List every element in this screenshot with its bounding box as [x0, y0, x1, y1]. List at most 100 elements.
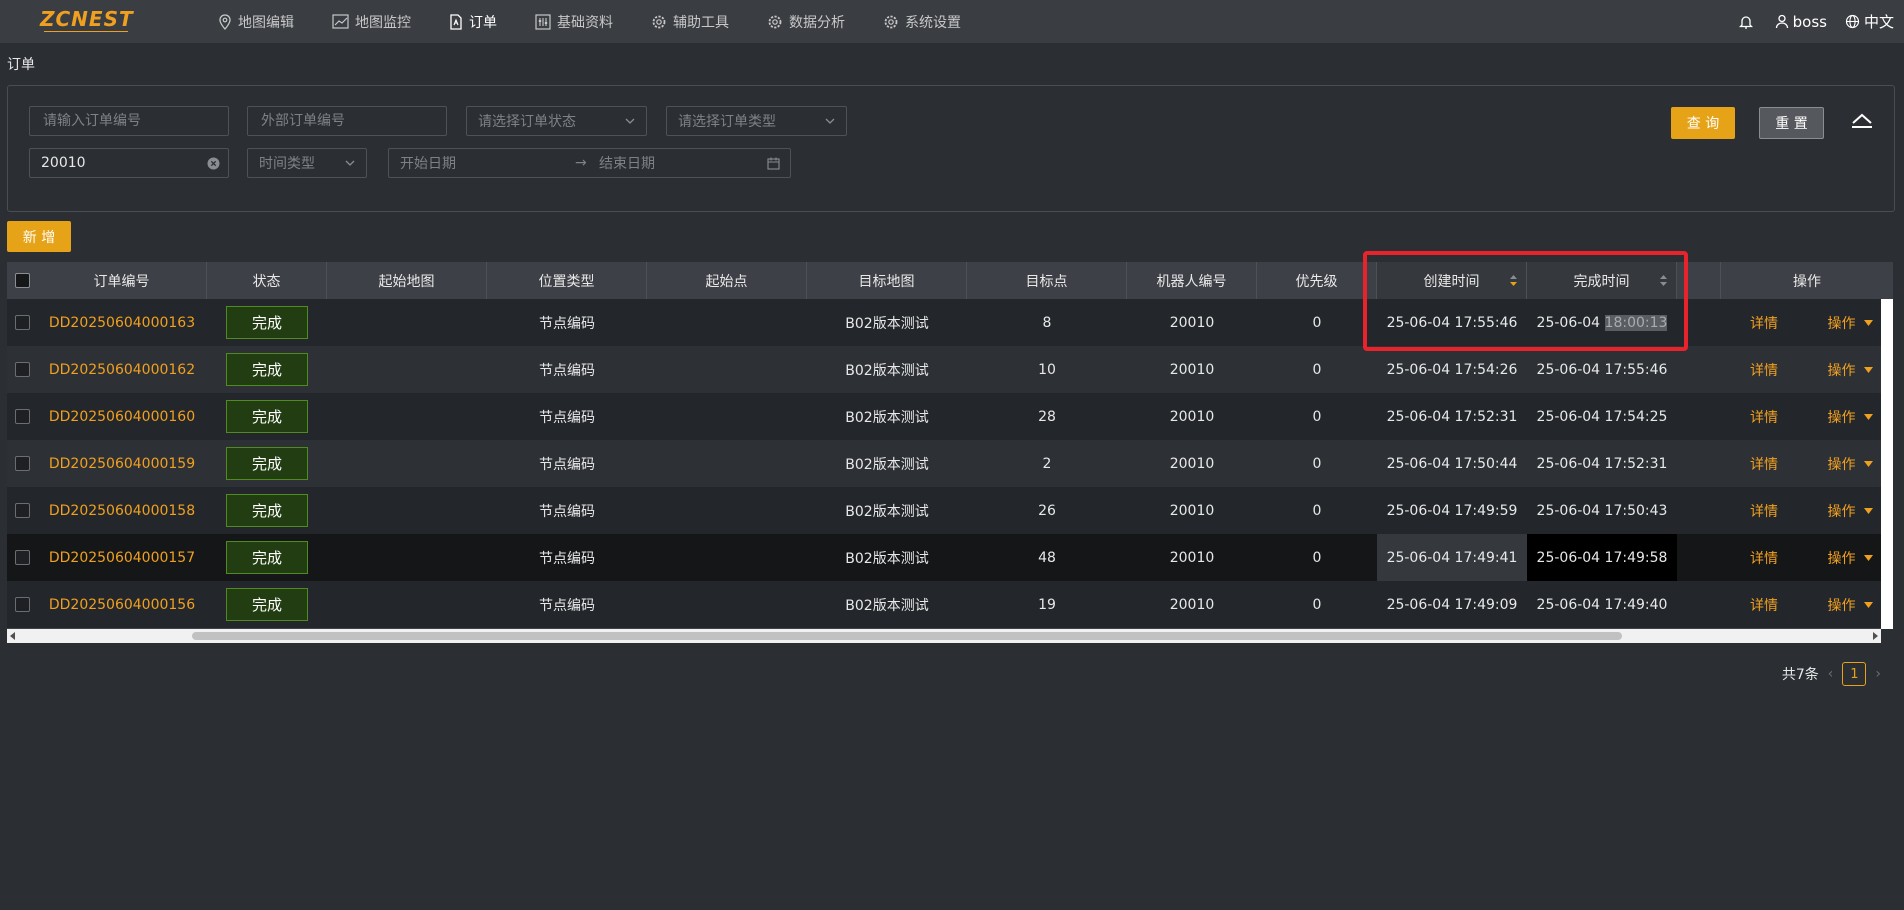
notification-button[interactable]	[1738, 14, 1757, 30]
detail-link[interactable]: 详情	[1750, 313, 1778, 333]
order-no-link[interactable]: DD20250604000158	[49, 503, 195, 519]
operation-dropdown[interactable]: 操作	[1828, 313, 1873, 333]
external-no-input[interactable]	[259, 112, 446, 130]
order-no-cell: DD20250604000158	[37, 487, 207, 534]
page-number[interactable]: 1	[1842, 662, 1867, 686]
add-button[interactable]: 新 增	[7, 221, 71, 252]
user-menu[interactable]: boss	[1775, 13, 1827, 31]
scroll-right-icon[interactable]	[1872, 632, 1878, 640]
table-row[interactable]: DD20250604000163 完成 节点编码 B02版本测试 8 20010 0 25-0…	[7, 299, 1893, 347]
bell-icon	[1738, 15, 1753, 29]
status-select[interactable]: 请选择订单状态	[466, 106, 647, 136]
sort-icon[interactable]	[1659, 274, 1668, 287]
nav-item-map-monitor[interactable]: 地图监控	[332, 0, 411, 43]
finished-clock: 17:55:46	[1604, 361, 1668, 378]
operation-label: 操作	[1827, 456, 1856, 473]
robot-no-value: 20010	[41, 155, 86, 171]
table-row[interactable]: DD20250604000162 完成 节点编码 B02版本测试 10 20010 0 25-…	[7, 346, 1893, 394]
clear-icon[interactable]	[207, 157, 220, 170]
col-header[interactable]: 位置类型	[487, 262, 647, 299]
col-header[interactable]: 目标点	[967, 262, 1127, 299]
detail-link[interactable]: 详情	[1750, 454, 1778, 474]
operation-dropdown[interactable]: 操作	[1828, 454, 1873, 474]
order-no-link[interactable]: DD20250604000157	[49, 550, 195, 566]
row-checkbox[interactable]	[14, 362, 30, 377]
order-no-field[interactable]	[29, 106, 229, 136]
operation-dropdown[interactable]: 操作	[1828, 501, 1873, 521]
col-header[interactable]: 机器人编号	[1127, 262, 1257, 299]
row-checkbox[interactable]	[14, 503, 30, 518]
order-no-input[interactable]	[41, 112, 228, 130]
nav-item-analysis[interactable]: 数据分析	[767, 0, 845, 43]
nav-item-map-edit[interactable]: 地图编辑	[218, 0, 294, 43]
operation-dropdown[interactable]: 操作	[1828, 548, 1873, 568]
col-header-finished[interactable]: 完成时间	[1527, 262, 1677, 299]
external-no-field[interactable]	[247, 106, 447, 136]
table-row[interactable]: DD20250604000156 完成 节点编码 B02版本测试 19 20010 0 25-…	[7, 581, 1893, 629]
order-no-link[interactable]: DD20250604000162	[49, 362, 195, 378]
user-icon	[1775, 14, 1788, 29]
order-no-link[interactable]: DD20250604000159	[49, 456, 195, 472]
horizontal-scroll-thumb[interactable]	[192, 632, 1622, 640]
target-point-cell: 48	[1038, 549, 1056, 566]
position-type-cell: 节点编码	[539, 550, 595, 567]
col-header[interactable]: 起始地图	[327, 262, 487, 299]
col-header[interactable]: 起始点	[647, 262, 807, 299]
brand-logo[interactable]: ZCNEST	[40, 8, 133, 34]
start-map-cell	[327, 299, 487, 346]
row-checkbox[interactable]	[14, 315, 30, 330]
reset-button[interactable]: 重 置	[1759, 107, 1824, 139]
order-no-link[interactable]: DD20250604000160	[49, 409, 195, 425]
table-row[interactable]: DD20250604000159 完成 节点编码 B02版本测试 2 20010 0 25-0…	[7, 440, 1893, 488]
sort-icon[interactable]	[1509, 274, 1518, 287]
robot-no-cell: 20010	[1169, 596, 1215, 613]
nav-item-orders[interactable]: 订单	[449, 0, 497, 43]
horizontal-scrollbar[interactable]	[7, 629, 1881, 643]
table-row[interactable]: DD20250604000157 完成 节点编码 B02版本测试 48 20010 0 25-…	[7, 534, 1893, 582]
row-checkbox[interactable]	[14, 550, 30, 565]
robot-no-field[interactable]: 20010	[29, 148, 229, 178]
collapse-up-icon[interactable]	[1851, 113, 1873, 129]
detail-link[interactable]: 详情	[1750, 360, 1778, 380]
operation-dropdown[interactable]: 操作	[1828, 595, 1873, 615]
table-row[interactable]: DD20250604000158 完成 节点编码 B02版本测试 26 20010 0 25-…	[7, 487, 1893, 535]
detail-link[interactable]: 详情	[1750, 501, 1778, 521]
detail-link[interactable]: 详情	[1750, 548, 1778, 568]
prev-page-icon[interactable]: ‹	[1828, 666, 1834, 682]
type-select[interactable]: 请选择订单类型	[666, 106, 847, 136]
language-switch[interactable]: 中文	[1845, 11, 1894, 32]
next-page-icon[interactable]: ›	[1875, 666, 1881, 682]
col-header-created[interactable]: 创建时间	[1377, 262, 1527, 299]
col-header-label: 完成时间	[1573, 273, 1630, 290]
col-header[interactable]: 状态	[207, 262, 327, 299]
order-no-link[interactable]: DD20250604000156	[49, 597, 195, 613]
detail-link[interactable]: 详情	[1750, 595, 1778, 615]
operation-label: 操作	[1827, 550, 1856, 567]
nav-label: 地图监控	[355, 14, 411, 31]
detail-cell: 详情	[1721, 534, 1807, 581]
select-all-checkbox[interactable]	[14, 273, 30, 288]
operation-dropdown[interactable]: 操作	[1828, 407, 1873, 427]
target-point-cell: 26	[1038, 502, 1056, 519]
col-header[interactable]: 优先级	[1257, 262, 1377, 299]
date-range-picker[interactable]: 开始日期 → 结束日期	[388, 148, 791, 178]
row-checkbox[interactable]	[14, 597, 30, 612]
status-badge: 完成	[226, 400, 308, 433]
operation-label: 操作	[1827, 597, 1856, 614]
row-checkbox[interactable]	[14, 456, 30, 471]
scroll-left-icon[interactable]	[10, 632, 16, 640]
query-button[interactable]: 查 询	[1671, 107, 1735, 139]
col-header[interactable]: 订单编号	[37, 262, 207, 299]
total-count: 共7条	[1781, 667, 1819, 683]
order-no-link[interactable]: DD20250604000163	[49, 315, 195, 331]
operation-dropdown[interactable]: 操作	[1828, 360, 1873, 380]
vertical-scrollbar[interactable]	[1881, 299, 1893, 629]
nav-item-tools[interactable]: 辅助工具	[651, 0, 729, 43]
table-row[interactable]: DD20250604000160 完成 节点编码 B02版本测试 28 20010 0 25-…	[7, 393, 1893, 441]
nav-item-settings[interactable]: 系统设置	[883, 0, 961, 43]
row-checkbox[interactable]	[14, 409, 30, 424]
nav-item-basic-data[interactable]: 基础资料	[535, 0, 613, 43]
time-type-select[interactable]: 时间类型	[247, 148, 367, 178]
detail-link[interactable]: 详情	[1750, 407, 1778, 427]
col-header[interactable]: 目标地图	[807, 262, 967, 299]
